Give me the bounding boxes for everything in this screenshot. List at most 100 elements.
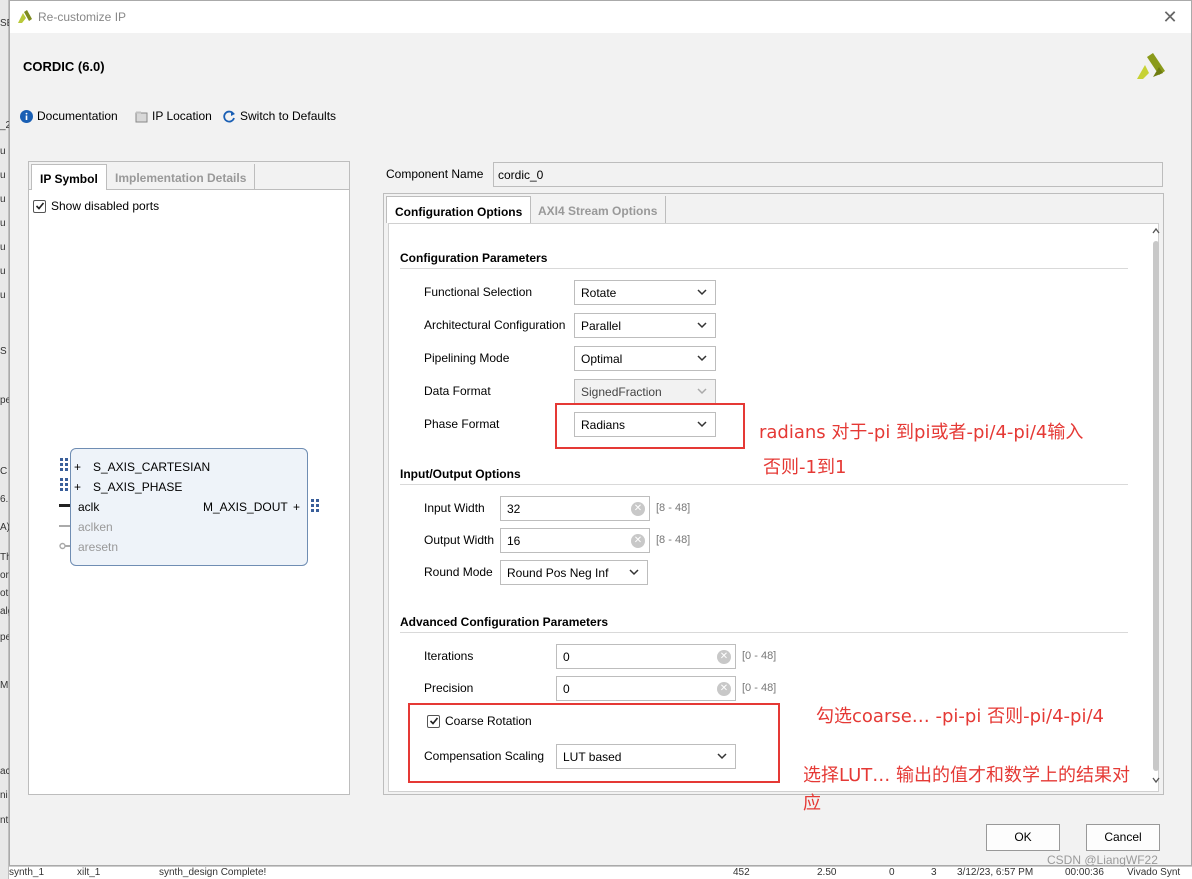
input-width-field[interactable]: 32 ✕	[500, 496, 650, 521]
data-format-value: SignedFraction	[581, 385, 662, 399]
vertical-scrollbar[interactable]	[1152, 225, 1160, 790]
info-icon	[20, 109, 33, 123]
functional-selection-label: Functional Selection	[424, 285, 533, 299]
precision-field[interactable]: 0 ✕	[556, 676, 736, 701]
tab-ip-symbol[interactable]: IP Symbol	[31, 164, 107, 190]
bg-cell: 2.50	[817, 867, 837, 878]
csdn-watermark: CSDN @LiangWF22	[1047, 853, 1158, 867]
bg-cell: 3/12/23, 6:57 PM	[957, 867, 1034, 878]
bg-cell: 3	[931, 867, 937, 878]
section-divider	[400, 632, 1128, 633]
bg-fragment: u	[0, 290, 6, 301]
pipelining-mode-label: Pipelining Mode	[424, 351, 510, 365]
show-disabled-ports-checkbox[interactable]	[33, 199, 46, 213]
ip-location-label: IP Location	[152, 109, 212, 123]
bg-cell: Vivado Synt	[1127, 867, 1181, 878]
checkmark-icon	[35, 202, 44, 210]
port-aclken: aclken	[78, 520, 113, 534]
plus-icon[interactable]: +	[74, 460, 81, 474]
plus-icon[interactable]: +	[74, 480, 81, 494]
clear-icon[interactable]: ✕	[717, 650, 731, 664]
architectural-configuration-dropdown[interactable]: Parallel	[574, 313, 716, 338]
refresh-icon	[223, 110, 236, 123]
section-advanced-configuration: Advanced Configuration Parameters	[400, 615, 609, 629]
port-s-axis-phase: S_AXIS_PHASE	[93, 480, 183, 494]
precision-value: 0	[563, 682, 570, 696]
section-input-output-options: Input/Output Options	[400, 467, 521, 481]
title-bar: Re-customize IP ✕	[10, 1, 1191, 33]
iterations-range: [0 - 48]	[742, 650, 777, 662]
data-format-dropdown: SignedFraction	[574, 379, 716, 404]
close-icon[interactable]: ✕	[1160, 7, 1180, 27]
ok-button[interactable]: OK	[986, 824, 1060, 851]
xilinx-brand-logo-icon	[1137, 53, 1165, 79]
section-configuration-parameters: Configuration Parameters	[400, 251, 548, 265]
bg-fragment: u	[0, 242, 6, 253]
ip-location-button[interactable]: IP Location	[135, 109, 212, 123]
output-width-field[interactable]: 16 ✕	[500, 528, 650, 553]
bg-cell: 00:00:36	[1065, 867, 1104, 878]
tab-axi4-stream-options[interactable]: AXI4 Stream Options	[530, 196, 667, 223]
data-format-label: Data Format	[424, 384, 491, 398]
window-title: Re-customize IP	[38, 10, 127, 24]
bg-fragment: M	[0, 680, 9, 691]
functional-selection-dropdown[interactable]: Rotate	[574, 280, 716, 305]
background-bottom-row: synth_1 xilt_1 synth_design Complete! 45…	[9, 866, 1192, 879]
output-width-label: Output Width	[424, 533, 495, 547]
ip-symbol-panel: IP Symbol Implementation Details Show di…	[28, 161, 350, 795]
bg-fragment: ni	[0, 790, 8, 801]
input-width-label: Input Width	[424, 501, 485, 515]
port-aclk: aclk	[78, 500, 100, 514]
round-mode-label: Round Mode	[424, 565, 493, 579]
input-width-value: 32	[507, 502, 521, 516]
bg-fragment: 6.	[0, 494, 9, 505]
plus-icon[interactable]: +	[293, 500, 300, 514]
output-width-range: [8 - 48]	[656, 534, 691, 546]
bus-interface-icon	[311, 499, 319, 512]
chevron-down-icon	[697, 388, 707, 395]
functional-selection-value: Rotate	[581, 286, 617, 300]
bg-cell: synth_1	[9, 867, 45, 878]
cancel-button[interactable]: Cancel	[1086, 824, 1160, 851]
bg-fragment: ot	[0, 588, 9, 599]
architectural-configuration-label: Architectural Configuration	[424, 318, 566, 332]
port-aresetn: aresetn	[78, 540, 119, 554]
clear-icon[interactable]: ✕	[717, 682, 731, 696]
dialog-header: CORDIC (6.0)	[10, 33, 1191, 103]
tab-configuration-options[interactable]: Configuration Options	[386, 196, 532, 223]
section-divider	[400, 268, 1128, 269]
component-name-field[interactable]: cordic_0	[493, 162, 1163, 187]
iterations-field[interactable]: 0 ✕	[556, 644, 736, 669]
architectural-configuration-value: Parallel	[581, 319, 622, 333]
documentation-label: Documentation	[37, 109, 118, 123]
ip-name: CORDIC (6.0)	[23, 59, 105, 74]
switch-to-defaults-label: Switch to Defaults	[240, 109, 337, 123]
port-s-axis-cartesian: S_AXIS_CARTESIAN	[93, 460, 211, 474]
toolbar: Documentation IP Location Switch to Defa…	[10, 103, 1191, 131]
bg-fragment: or	[0, 570, 9, 581]
chevron-down-icon[interactable]	[1152, 776, 1160, 784]
chevron-up-icon[interactable]	[1152, 227, 1160, 235]
ip-symbol-block: + S_AXIS_CARTESIAN + S_AXIS_PHASE aclk a…	[70, 448, 308, 566]
tab-implementation-details[interactable]: Implementation Details	[107, 164, 256, 190]
bg-cell: synth_design Complete!	[159, 867, 267, 878]
xilinx-logo-icon	[18, 10, 32, 23]
round-mode-dropdown[interactable]: Round Pos Neg Inf	[500, 560, 648, 585]
input-width-range: [8 - 48]	[656, 502, 691, 514]
iterations-value: 0	[563, 650, 570, 664]
annotation-lut-note-2: 应	[803, 793, 821, 814]
component-name-label: Component Name	[386, 167, 484, 181]
left-tab-bar: IP Symbol Implementation Details	[29, 162, 349, 190]
precision-label: Precision	[424, 681, 474, 695]
scrollbar-thumb[interactable]	[1153, 241, 1159, 771]
annotation-box-coarse-rotation	[408, 703, 780, 783]
show-disabled-ports-option[interactable]: Show disabled ports	[33, 199, 159, 213]
documentation-button[interactable]: Documentation	[20, 109, 118, 123]
bg-cell: 0	[889, 867, 895, 878]
chevron-down-icon	[697, 322, 707, 329]
clear-icon[interactable]: ✕	[631, 534, 645, 548]
pipelining-mode-dropdown[interactable]: Optimal	[574, 346, 716, 371]
bg-fragment: u	[0, 266, 6, 277]
switch-to-defaults-button[interactable]: Switch to Defaults	[223, 109, 336, 123]
clear-icon[interactable]: ✕	[631, 502, 645, 516]
